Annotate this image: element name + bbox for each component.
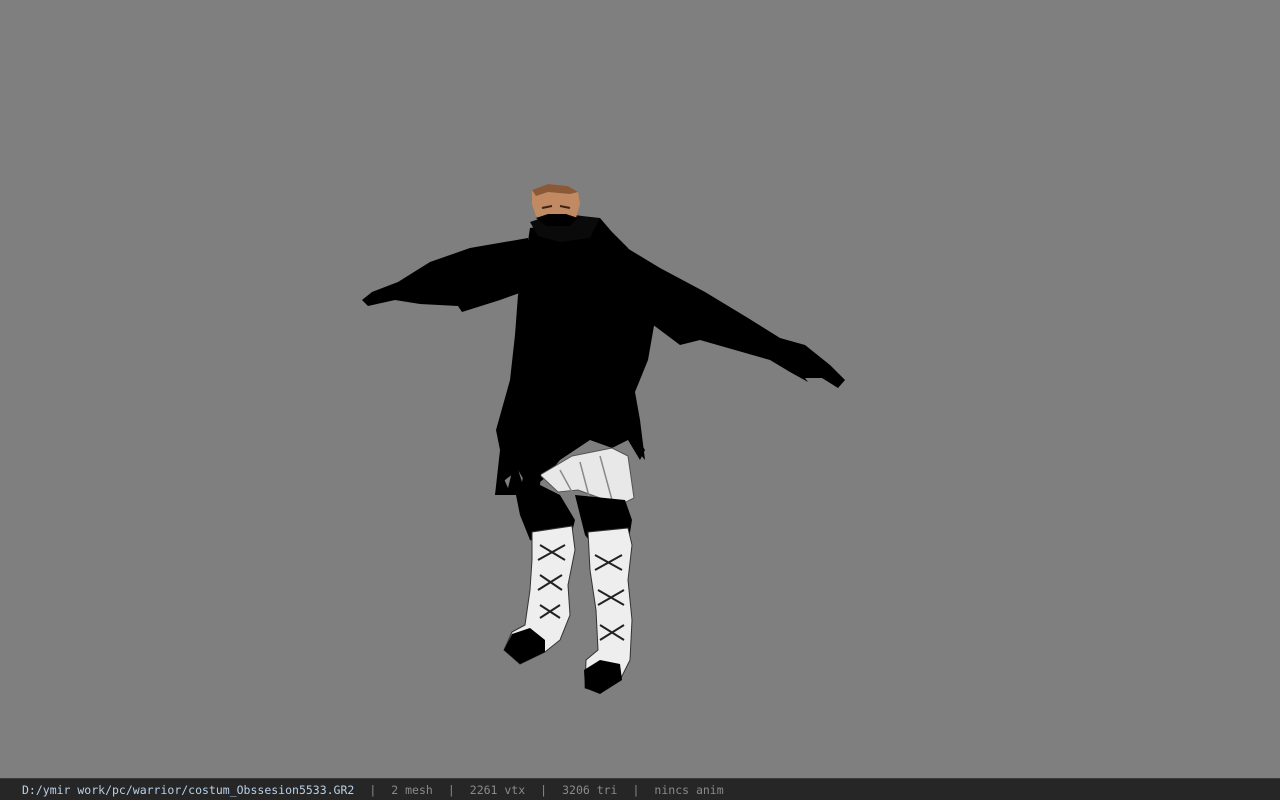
vertex-count: 2261 vtx	[469, 782, 526, 797]
animation-status: nincs anim	[654, 782, 724, 797]
mesh-count: 2 mesh	[391, 782, 433, 797]
status-separator: |	[540, 782, 548, 797]
file-path: D:/ymir work/pc/warrior/costum_Obssesion…	[22, 782, 355, 797]
character-model-icon	[362, 184, 845, 694]
status-separator: |	[369, 782, 377, 797]
status-separator: |	[632, 782, 640, 797]
status-separator: |	[447, 782, 455, 797]
triangle-count: 3206 tri	[562, 782, 618, 797]
left-arm	[362, 238, 528, 312]
status-bar: D:/ymir work/pc/warrior/costum_Obssesion…	[0, 778, 1280, 800]
3d-viewport[interactable]	[0, 0, 1280, 778]
